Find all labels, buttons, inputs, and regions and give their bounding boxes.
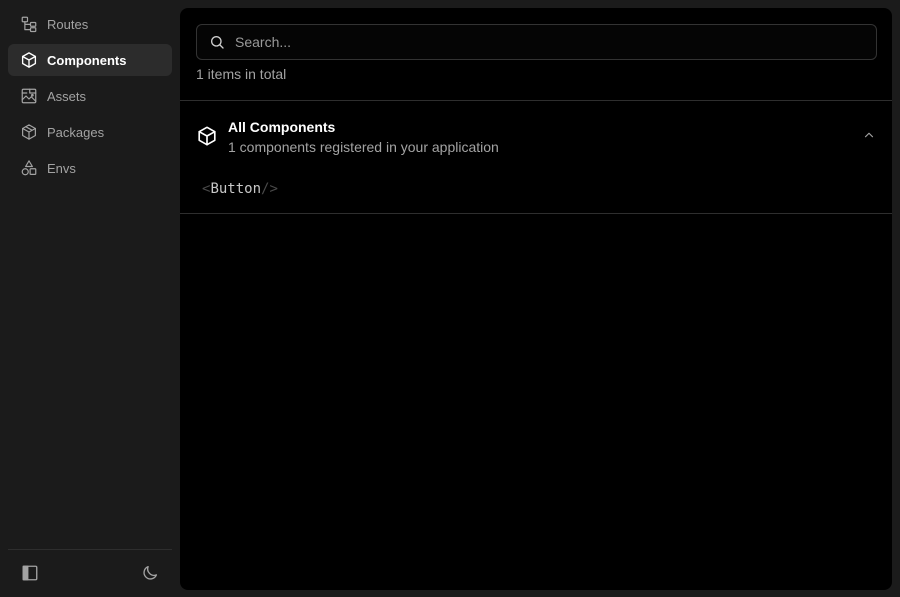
sidebar: Routes Components Assets Packages Envs xyxy=(0,0,180,597)
section-title: All Components xyxy=(228,119,336,135)
sidebar-item-components[interactable]: Components xyxy=(8,44,172,76)
search-input[interactable] xyxy=(233,25,876,59)
components-section: All Components 1 components registered i… xyxy=(180,100,892,214)
sidebar-item-label: Packages xyxy=(47,124,105,140)
sidebar-item-label: Components xyxy=(47,52,127,68)
component-name: Button xyxy=(210,181,262,197)
theme-toggle-button[interactable] xyxy=(140,565,160,585)
sidebar-item-label: Envs xyxy=(47,160,76,176)
sidebar-item-label: Routes xyxy=(47,16,89,32)
items-total-count: 1 items in total xyxy=(196,66,287,82)
section-header[interactable]: All Components 1 components registered i… xyxy=(180,101,892,171)
shapes-icon xyxy=(20,159,38,177)
section-subtitle: 1 components registered in your applicat… xyxy=(228,139,499,155)
cube-icon xyxy=(196,125,218,147)
sidebar-item-routes[interactable]: Routes xyxy=(8,8,172,40)
image-assets-icon xyxy=(20,87,38,105)
chevron-up-icon[interactable] xyxy=(862,128,876,142)
moon-icon xyxy=(141,564,159,587)
cube-icon xyxy=(20,51,38,69)
sidebar-toggle-icon xyxy=(21,564,39,587)
sidebar-footer xyxy=(8,549,172,597)
package-icon xyxy=(20,123,38,141)
sidebar-item-packages[interactable]: Packages xyxy=(8,116,172,148)
component-item-button[interactable]: <Button/> xyxy=(202,181,278,197)
sidebar-item-label: Assets xyxy=(47,88,87,104)
routes-tree-icon xyxy=(20,15,38,33)
search-icon xyxy=(209,34,225,50)
main-panel: 1 items in total All Components 1 compon… xyxy=(180,8,892,590)
sidebar-toggle-button[interactable] xyxy=(20,565,40,585)
sidebar-nav: Routes Components Assets Packages Envs xyxy=(0,0,180,184)
sidebar-item-assets[interactable]: Assets xyxy=(8,80,172,112)
search-box[interactable] xyxy=(196,24,877,60)
sidebar-item-envs[interactable]: Envs xyxy=(8,152,172,184)
tag-close-bracket: /> xyxy=(261,181,278,197)
